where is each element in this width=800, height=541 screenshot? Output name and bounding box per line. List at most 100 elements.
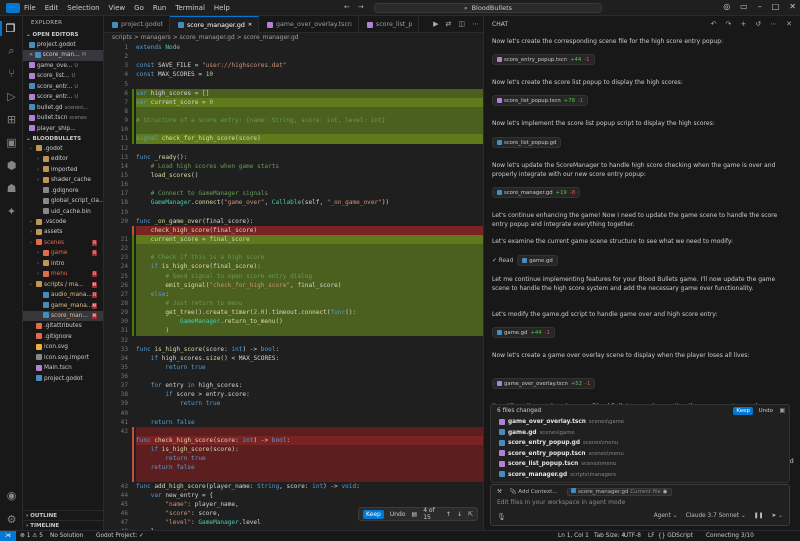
code-line[interactable]: 8 [104, 106, 483, 117]
code-line[interactable]: 26 emit_signal("check_for_high_score", f… [104, 280, 483, 290]
code-line[interactable]: func check_high_score(score: int) -> boo… [104, 436, 483, 446]
code-line[interactable]: 6 var high_scores = [] [104, 88, 483, 98]
file-item[interactable]: audio_mana... R [23, 290, 103, 300]
status-left-item[interactable]: No Solution [50, 531, 83, 541]
attach-icon[interactable]: 📎 [510, 489, 517, 495]
code-line[interactable]: 33 func is_high_score(score: int) -> bool… [104, 345, 483, 354]
pause-icon[interactable]: ❚❚ [754, 513, 764, 519]
forward-arrow-icon[interactable]: → [358, 3, 364, 11]
file-edit-chip[interactable]: score_list_popup.tscn +78 -1 [492, 95, 589, 107]
folder-item[interactable]: › .vscode [23, 217, 103, 227]
code-line[interactable]: 44 var new_entry = { [104, 491, 483, 500]
menu-item-edit[interactable]: Edit [45, 4, 59, 12]
changed-file-row[interactable]: score_entry_popup.tscn scenes\menu [491, 449, 789, 460]
tab-game-over-overlay-tscn[interactable]: game_over_overlay.tscn [259, 16, 359, 33]
godot-icon[interactable]: ☗ [4, 181, 19, 196]
settings-gear-icon[interactable]: ⚙ [4, 512, 19, 527]
split-editor-icon[interactable]: ◫ [458, 20, 465, 28]
close-icon[interactable]: ✕ [789, 2, 796, 11]
code-line[interactable]: 7 var current_score = 0 [104, 97, 483, 107]
maximize-icon[interactable]: □ [772, 2, 780, 11]
status-right-item[interactable]: Ln 1, Col 1 [558, 531, 589, 541]
outline-section[interactable]: › OUTLINE [23, 510, 103, 520]
code-line[interactable]: 42 [104, 426, 483, 437]
open-editor-item[interactable]: project.godot [23, 40, 103, 50]
code-line[interactable]: 22 [104, 244, 483, 254]
add-context-button[interactable]: Add Context... [518, 489, 557, 495]
folder-item[interactable]: › game R [23, 248, 103, 258]
back-arrow-icon[interactable]: ← [344, 3, 350, 11]
code-line[interactable]: 18 GameManager.connect("game_over", Call… [104, 198, 483, 207]
open-diff-icon[interactable]: ⇱ [468, 511, 473, 518]
open-editors-section[interactable]: ⌄ OPEN EDITORS [23, 30, 103, 40]
menu-item-run[interactable]: Run [153, 4, 166, 12]
more-icon[interactable]: ⋯ [770, 16, 777, 33]
open-editor-item[interactable]: score_entr... U [23, 82, 103, 92]
search-icon[interactable]: ⌕ [4, 43, 19, 58]
code-view[interactable]: 1 extends Node 2 3 const SAVE_FILE = "user:/… [104, 43, 483, 530]
redo-icon[interactable]: ↷ [726, 16, 732, 33]
tab-score-manager-gd[interactable]: score_manager.gd ✕ [170, 16, 260, 34]
code-line[interactable]: 10 [104, 125, 483, 135]
copilot-icon[interactable]: ◎ [723, 2, 730, 11]
code-line[interactable] [104, 472, 483, 482]
code-line[interactable]: 28 # Just return to menu [104, 298, 483, 309]
extensions-icon[interactable]: ⊞ [4, 112, 19, 127]
folder-item[interactable]: › imported [23, 165, 103, 175]
file-item[interactable]: Main.tscn [23, 363, 103, 373]
command-center[interactable]: ⌕ BloodBullets [374, 3, 602, 13]
code-line[interactable]: 30 GameManager.return_to_menu() [104, 317, 483, 327]
explorer-icon[interactable]: ❐ [0, 21, 19, 36]
changed-file-row[interactable]: game_over_overlay.tscn scenes\game [491, 417, 789, 428]
code-line[interactable]: 39 return true [104, 399, 483, 408]
status-right-item[interactable]: LF [648, 531, 655, 541]
file-item[interactable]: icon.svg [23, 342, 103, 352]
file-edit-chip[interactable]: game.gd +44 -1 [492, 327, 555, 339]
file-item[interactable]: project.godot [23, 374, 103, 384]
status-right-item[interactable]: Connecting 3/10 [706, 531, 754, 541]
code-line[interactable]: 13 func _ready(): [104, 153, 483, 162]
project-section[interactable]: ⌄ BLOODBULLETS [23, 134, 103, 144]
source-control-icon[interactable]: ⑂ [4, 66, 19, 81]
file-item[interactable]: game_mana... M [23, 301, 103, 311]
agent-mode-select[interactable]: Agent ⌄ [654, 513, 678, 519]
status-left-item[interactable]: Godot Project: ✓ [96, 531, 144, 541]
code-line[interactable]: 31 ) [104, 326, 483, 336]
folder-item[interactable]: › intro [23, 259, 103, 269]
file-item[interactable]: global_script_cla... [23, 196, 103, 206]
menu-item-view[interactable]: View [109, 4, 126, 12]
file-item[interactable]: .gitattributes [23, 321, 103, 331]
open-editor-item[interactable]: bullet.tscn scenes [23, 113, 103, 123]
status-right-item[interactable]: {} GDScript [658, 531, 693, 541]
code-line[interactable]: 17 # Connect to GameManager signals [104, 189, 483, 198]
layout-icon[interactable]: ▭ [740, 2, 748, 11]
code-line[interactable]: 20 func _on_game_over(final_score): [104, 217, 483, 226]
changed-file-row[interactable]: game.gd scenes\game [491, 428, 789, 439]
status-right-item[interactable]: UTF-8 [624, 531, 641, 541]
code-line[interactable]: 43 func add_high_score(player_name: Strin… [104, 482, 483, 491]
open-editor-item[interactable]: game_ove... U [23, 61, 103, 71]
undo-all-button[interactable]: Undo [759, 407, 773, 415]
code-line[interactable]: check_high_score(final_score) [104, 225, 483, 235]
close-icon[interactable]: ✕ [29, 52, 35, 58]
keep-all-button[interactable]: Keep [733, 407, 753, 415]
open-editor-item[interactable]: ✕ score_man... M [23, 50, 103, 61]
file-edit-chip[interactable]: game_over_overlay.tscn +52 -1 [492, 377, 596, 389]
file-edit-chip[interactable]: score_entry_popup.tscn +44 -1 [492, 54, 595, 66]
remote-indicator-icon[interactable]: ⋊ [0, 531, 16, 541]
code-line[interactable]: 29 get_tree().create_timer(2.0).timeout.… [104, 308, 483, 318]
folder-item[interactable]: › editor [23, 154, 103, 164]
code-line[interactable]: 1 extends Node [104, 43, 483, 52]
close-icon[interactable]: ✕ [248, 17, 252, 34]
close-panel-icon[interactable]: ✕ [786, 16, 792, 33]
changed-file-row[interactable]: score_entry_popup.gd scenes\menu [491, 438, 789, 449]
code-line[interactable]: 14 # Load high scores when game starts [104, 162, 483, 171]
down-arrow-icon[interactable]: ↓ [457, 511, 462, 518]
timeline-section[interactable]: › TIMELINE [23, 520, 103, 530]
keep-button[interactable]: Keep [363, 509, 384, 519]
send-icon[interactable]: ➤ ⌄ [771, 513, 783, 519]
open-editor-item[interactable]: player_ship... [23, 124, 103, 134]
code-line[interactable]: 16 [104, 180, 483, 189]
python-icon[interactable]: ⬢ [4, 158, 19, 173]
folder-item[interactable]: › menu R [23, 269, 103, 279]
